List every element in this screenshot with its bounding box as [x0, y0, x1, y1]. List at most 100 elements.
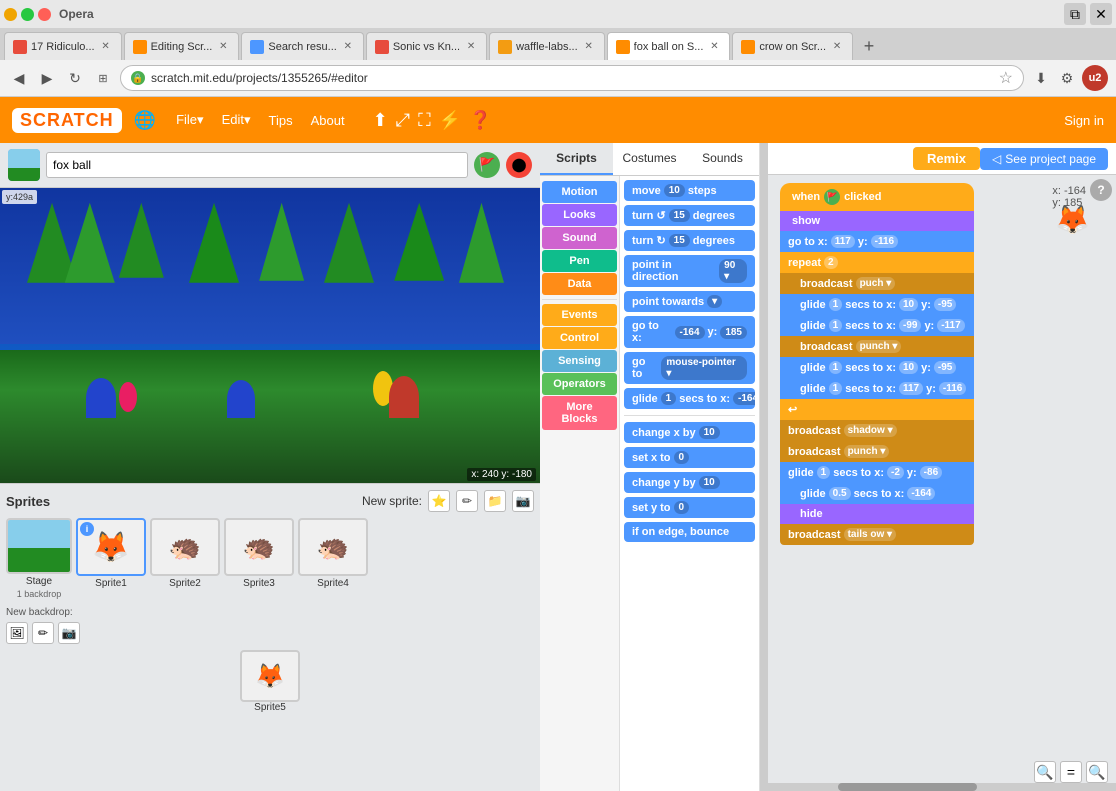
block-change-x[interactable]: change x by 10 [624, 422, 755, 443]
block-broadcast-shadow[interactable]: broadcast shadow ▾ [780, 420, 974, 441]
category-data[interactable]: Data [542, 273, 617, 295]
maximize-button[interactable] [21, 8, 34, 21]
sprite1-item[interactable]: i 🦊 Sprite1 [76, 518, 146, 589]
draw-sprite-button[interactable]: ✏ [456, 490, 478, 512]
presentation-icon[interactable]: ⛶ [418, 110, 431, 131]
home-button[interactable]: ⊞ [92, 67, 114, 89]
new-tab-button[interactable]: + [855, 32, 883, 60]
refresh-button[interactable]: ↻ [64, 67, 86, 89]
tab-foxball[interactable]: fox ball on S... ✕ [607, 32, 731, 60]
download-icon[interactable]: ⬇ [1030, 67, 1052, 89]
tab-17ridiculo[interactable]: 17 Ridiculo... ✕ [4, 32, 122, 60]
globe-icon[interactable]: 🌐 [134, 110, 156, 131]
tab-close-icon[interactable]: ✕ [464, 40, 478, 54]
category-looks[interactable]: Looks [542, 204, 617, 226]
zoom-reset-button[interactable]: = [1060, 761, 1082, 783]
tab-sonic[interactable]: Sonic vs Kn... ✕ [366, 32, 487, 60]
block-glide[interactable]: glide 1 secs to x: -164 y: 18 [624, 388, 755, 409]
category-control[interactable]: Control [542, 327, 617, 349]
category-sensing[interactable]: Sensing [542, 350, 617, 372]
file-menu[interactable]: File▾ [168, 108, 211, 132]
tips-link[interactable]: Tips [261, 109, 301, 132]
block-repeat[interactable]: repeat 2 [780, 252, 974, 273]
forward-button[interactable]: ▶ [36, 67, 58, 89]
block-show[interactable]: show [780, 211, 974, 231]
scratch-logo[interactable]: SCRATCH [12, 108, 122, 133]
edit-menu[interactable]: Edit▾ [214, 108, 259, 132]
block-broadcast-puch[interactable]: broadcast puch ▾ [780, 273, 974, 294]
block-glide5[interactable]: glide 1 secs to x: -2 y: -86 [780, 462, 974, 483]
window-close-button[interactable]: ✕ [1090, 3, 1112, 25]
category-pen[interactable]: Pen [542, 250, 617, 272]
block-glide3[interactable]: glide 1 secs to x: 10 y: -95 [780, 357, 974, 378]
category-more-blocks[interactable]: More Blocks [542, 396, 617, 430]
zoom-in-button[interactable]: 🔍 [1034, 761, 1056, 783]
block-broadcast-punch2[interactable]: broadcast punch ▾ [780, 441, 974, 462]
tab-crow[interactable]: crow on Scr... ✕ [732, 32, 853, 60]
block-glide4[interactable]: glide 1 secs to x: 117 y: -116 [780, 378, 974, 399]
tab-scripts[interactable]: Scripts [540, 143, 613, 175]
tab-close-icon[interactable]: ✕ [216, 40, 230, 54]
fullscreen-icon[interactable]: ⤢ [396, 110, 410, 131]
block-broadcast-tailsow[interactable]: broadcast tails ow ▾ [780, 524, 974, 545]
block-point-direction[interactable]: point in direction 90 ▾ [624, 255, 755, 287]
block-set-y[interactable]: set y to 0 [624, 497, 755, 518]
close-button[interactable] [38, 8, 51, 21]
category-operators[interactable]: Operators [542, 373, 617, 395]
block-goto-117[interactable]: go to x: 117 y: -116 [780, 231, 974, 252]
see-project-button[interactable]: ◁ See project page [980, 148, 1108, 170]
category-events[interactable]: Events [542, 304, 617, 326]
block-goto-mousepointer[interactable]: go to mouse-pointer ▾ [624, 352, 755, 384]
about-link[interactable]: About [303, 109, 353, 132]
tab-waffle[interactable]: waffle-labs... ✕ [489, 32, 605, 60]
middle-scrollbar[interactable] [760, 143, 768, 791]
camera-sprite-button[interactable]: 📷 [512, 490, 534, 512]
project-name-input[interactable] [46, 152, 468, 178]
tab-editing[interactable]: Editing Scr... ✕ [124, 32, 240, 60]
block-glide1[interactable]: glide 1 secs to x: 10 y: -95 [780, 294, 974, 315]
block-broadcast-punch1[interactable]: broadcast punch ▾ [780, 336, 974, 357]
block-glide2[interactable]: glide 1 secs to x: -99 y: -117 [780, 315, 974, 336]
block-glide6[interactable]: glide 0.5 secs to x: -164 [780, 483, 974, 504]
window-restore-button[interactable]: ⧉ [1064, 3, 1086, 25]
category-motion[interactable]: Motion [542, 181, 617, 203]
block-hide[interactable]: hide [780, 504, 974, 524]
tab-close-icon[interactable]: ✕ [707, 40, 721, 54]
block-point-towards[interactable]: point towards ▾ [624, 291, 755, 312]
share-icon[interactable]: ⬆ [373, 110, 388, 131]
address-bar[interactable]: 🔒 scratch.mit.edu/projects/1355265/#edit… [120, 65, 1024, 91]
extensions-icon[interactable]: ⚙ [1056, 67, 1078, 89]
category-sound[interactable]: Sound [542, 227, 617, 249]
draw-backdrop-button[interactable]: ✏ [32, 622, 54, 644]
remix-button[interactable]: Remix [913, 147, 980, 170]
tab-close-icon[interactable]: ✕ [99, 40, 113, 54]
block-when-clicked[interactable]: when 🚩 clicked [780, 183, 974, 211]
minimize-button[interactable] [4, 8, 17, 21]
block-if-on-edge[interactable]: if on edge, bounce [624, 522, 755, 542]
paint-sprite-button[interactable]: ⭐ [428, 490, 450, 512]
block-change-y[interactable]: change y by 10 [624, 472, 755, 493]
tab-sounds[interactable]: Sounds [686, 143, 759, 175]
upload-backdrop-button[interactable]: 📷 [58, 622, 80, 644]
tab-close-icon[interactable]: ✕ [830, 40, 844, 54]
sprite5-item[interactable]: 🦊 Sprite5 [6, 650, 534, 713]
stop-button[interactable]: ⬤ [506, 152, 532, 178]
signin-link[interactable]: Sign in [1064, 113, 1104, 128]
turbo-icon[interactable]: ⚡ [439, 110, 461, 131]
upload-sprite-button[interactable]: 📁 [484, 490, 506, 512]
back-button[interactable]: ◀ [8, 67, 30, 89]
sprite2-item[interactable]: 🦔 Sprite2 [150, 518, 220, 589]
sprite3-item[interactable]: 🦔 Sprite3 [224, 518, 294, 589]
help-icon[interactable]: ❓ [469, 110, 491, 131]
block-turn-left[interactable]: turn ↺ 15 degrees [624, 205, 755, 226]
paint-backdrop-button[interactable]: 🖼 [6, 622, 28, 644]
tab-close-icon[interactable]: ✕ [341, 40, 355, 54]
user-avatar[interactable]: u2 [1082, 65, 1108, 91]
tab-search[interactable]: Search resu... ✕ [241, 32, 363, 60]
stage-sprite-item[interactable]: Stage 1 backdrop [6, 518, 72, 599]
block-goto-xy[interactable]: go to x: -164 y: 185 [624, 316, 755, 348]
block-turn-right[interactable]: turn ↻ 15 degrees [624, 230, 755, 251]
bookmark-icon[interactable]: ☆ [999, 68, 1013, 88]
tab-costumes[interactable]: Costumes [613, 143, 686, 175]
sprite4-item[interactable]: 🦔 Sprite4 [298, 518, 368, 589]
